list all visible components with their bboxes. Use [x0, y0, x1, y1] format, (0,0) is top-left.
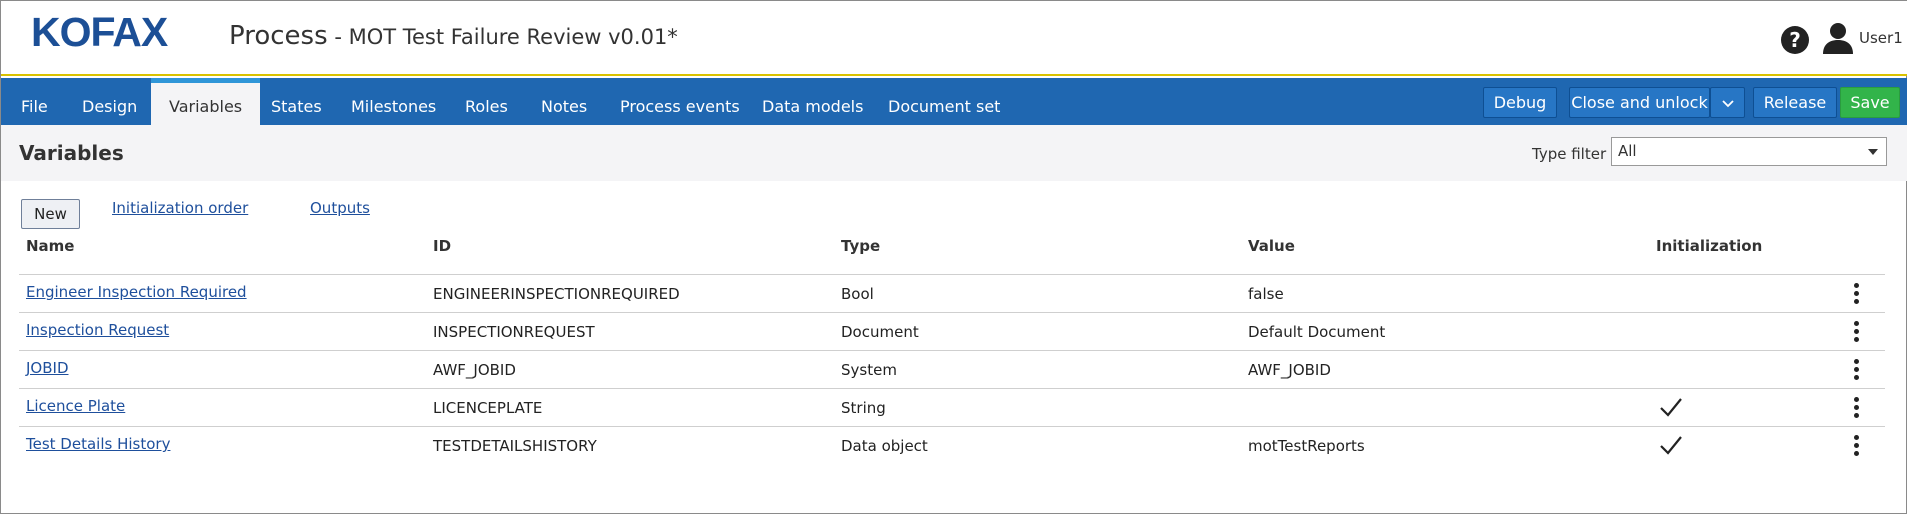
save-button[interactable]: Save [1840, 87, 1900, 118]
more-options-icon[interactable] [1854, 283, 1860, 307]
tab-variables[interactable]: Variables [151, 78, 261, 125]
logo-text: KOFAX [31, 13, 168, 53]
tab-data-models[interactable]: Data models [744, 78, 881, 125]
table-row: Licence Plate LICENCEPLATE String [19, 388, 1885, 426]
table-row: Inspection Request INSPECTIONREQUEST Doc… [19, 312, 1885, 350]
variable-type: String [841, 399, 886, 417]
tab-file[interactable]: File [3, 78, 66, 125]
variable-type: Bool [841, 285, 874, 303]
user-name[interactable]: User1 [1859, 29, 1903, 47]
debug-button[interactable]: Debug [1483, 87, 1557, 118]
variable-value: AWF_JOBID [1248, 361, 1331, 379]
variable-type: Data object [841, 437, 928, 455]
variable-value: motTestReports [1248, 437, 1365, 455]
column-header-id: ID [433, 237, 452, 255]
app-title: Process - MOT Test Failure Review v0.01* [229, 21, 678, 51]
variable-id: TESTDETAILSHISTORY [433, 437, 597, 455]
chevron-down-icon [1721, 100, 1734, 108]
type-filter-select[interactable]: All [1611, 137, 1887, 166]
release-button[interactable]: Release [1753, 87, 1837, 118]
tab-roles[interactable]: Roles [447, 78, 526, 125]
new-button[interactable]: New [21, 199, 80, 229]
variable-value: false [1248, 285, 1284, 303]
kofax-logo: KOFAX [31, 13, 169, 53]
main-navbar: File Design Variables States Milestones … [1, 78, 1907, 125]
variable-id: AWF_JOBID [433, 361, 516, 379]
outputs-link[interactable]: Outputs [310, 199, 370, 217]
more-options-icon[interactable] [1854, 359, 1860, 383]
more-options-icon[interactable] [1854, 321, 1860, 345]
variable-value: Default Document [1248, 323, 1386, 341]
user-icon[interactable] [1821, 21, 1855, 55]
variable-type: Document [841, 323, 919, 341]
app-header: KOFAX Process - MOT Test Failure Review … [1, 1, 1907, 76]
help-icon[interactable]: ? [1781, 26, 1809, 54]
variable-name-link[interactable]: Engineer Inspection Required [26, 283, 247, 301]
variable-type: System [841, 361, 897, 379]
close-unlock-dropdown[interactable] [1710, 87, 1745, 118]
variable-id: LICENCEPLATE [433, 399, 543, 417]
tab-milestones[interactable]: Milestones [333, 78, 454, 125]
type-filter-label: Type filter [1532, 145, 1607, 163]
variable-name-link[interactable]: Test Details History [26, 435, 170, 453]
column-header-value: Value [1248, 237, 1295, 255]
tab-notes[interactable]: Notes [523, 78, 605, 125]
column-header-initialization: Initialization [1656, 237, 1763, 255]
variable-name-link[interactable]: JOBID [26, 359, 69, 377]
variable-name-link[interactable]: Licence Plate [26, 397, 125, 415]
process-subtitle: - MOT Test Failure Review v0.01* [327, 25, 678, 49]
process-title: Process [229, 21, 328, 51]
page-title: Variables [19, 141, 124, 165]
initialization-order-link[interactable]: Initialization order [112, 199, 248, 217]
column-header-name: Name [26, 237, 75, 255]
tab-states[interactable]: States [253, 78, 340, 125]
more-options-icon[interactable] [1854, 435, 1860, 459]
variable-name-link[interactable]: Inspection Request [26, 321, 169, 339]
table-row: Test Details History TESTDETAILSHISTORY … [19, 426, 1885, 464]
column-header-type: Type [841, 237, 881, 255]
type-filter-value: All [1618, 142, 1637, 160]
variable-id: ENGINEERINSPECTIONREQUIRED [433, 285, 680, 303]
tab-document-set[interactable]: Document set [870, 78, 1018, 125]
variable-id: INSPECTIONREQUEST [433, 323, 595, 341]
page-header: Variables Type filter All [1, 125, 1907, 181]
checkmark-icon [1660, 398, 1682, 417]
caret-down-icon [1868, 149, 1878, 155]
more-options-icon[interactable] [1854, 397, 1860, 421]
tab-design[interactable]: Design [64, 78, 155, 125]
tab-process-events[interactable]: Process events [602, 78, 758, 125]
table-row: JOBID AWF_JOBID System AWF_JOBID [19, 350, 1885, 388]
checkmark-icon [1660, 436, 1682, 455]
close-unlock-button[interactable]: Close and unlock [1569, 87, 1710, 118]
app-window: KOFAX Process - MOT Test Failure Review … [0, 0, 1907, 514]
table-row: Engineer Inspection Required ENGINEERINS… [19, 274, 1885, 312]
